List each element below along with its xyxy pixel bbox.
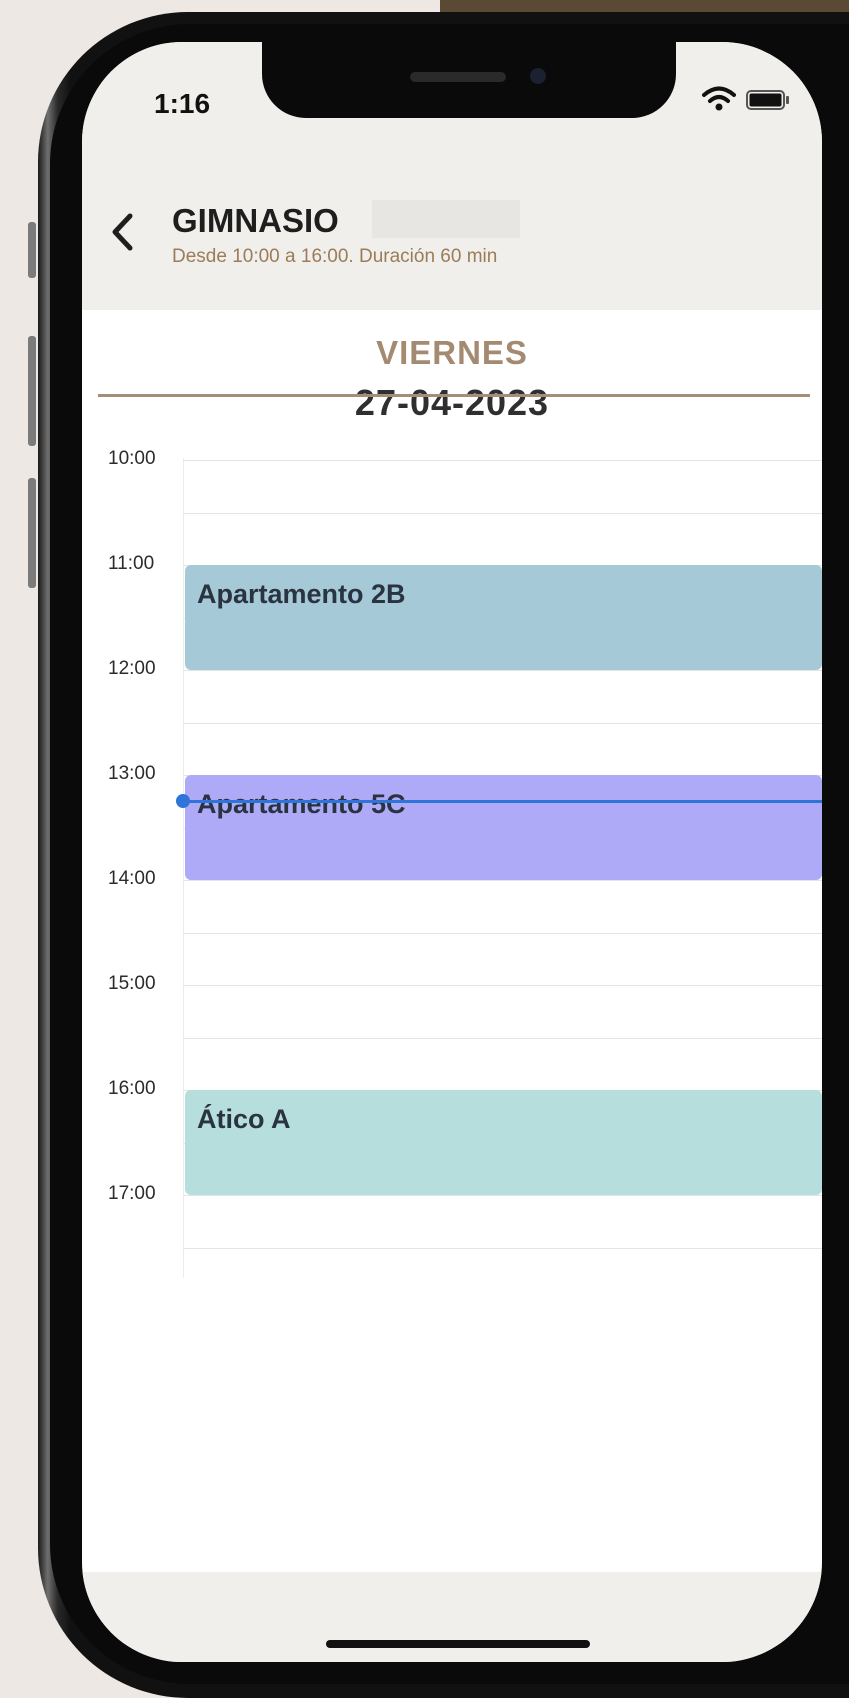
hour-label: 13:00 bbox=[108, 763, 156, 784]
weekday-label: VIERNES bbox=[376, 334, 528, 371]
hour-label: 10:00 bbox=[108, 448, 156, 469]
date-label: 27-04-2023 bbox=[354, 382, 550, 423]
hour-gridline bbox=[183, 985, 822, 986]
header-divider bbox=[98, 394, 810, 397]
front-camera bbox=[530, 68, 546, 84]
home-indicator[interactable] bbox=[326, 1640, 590, 1648]
app-screen: 1:16 GIMNASIO Desde 10:00 a 16:00. Durac… bbox=[82, 42, 822, 1662]
day-header: VIERNES 27-04-2023 bbox=[82, 310, 822, 450]
half-hour-gridline bbox=[183, 1247, 822, 1249]
booking-event-label: Apartamento 2B bbox=[197, 579, 406, 609]
hour-label: 16:00 bbox=[108, 1078, 156, 1099]
hour-label: 14:00 bbox=[108, 868, 156, 889]
half-hour-gridline bbox=[183, 722, 822, 724]
half-hour-gridline bbox=[183, 512, 822, 514]
title-redaction bbox=[372, 200, 520, 238]
hour-label: 17:00 bbox=[108, 1183, 156, 1204]
hour-label: 12:00 bbox=[108, 658, 156, 679]
battery-icon bbox=[746, 90, 790, 115]
hour-gridline bbox=[183, 670, 822, 671]
booking-event[interactable]: Apartamento 2B bbox=[185, 565, 822, 670]
hour-label: 15:00 bbox=[108, 973, 156, 994]
bottom-bar bbox=[82, 1572, 822, 1662]
back-chevron-icon[interactable] bbox=[110, 212, 134, 257]
wifi-icon bbox=[702, 86, 736, 117]
half-hour-gridline bbox=[183, 932, 822, 934]
booking-event[interactable]: Ático A bbox=[185, 1090, 822, 1195]
current-time-line bbox=[182, 800, 822, 804]
half-hour-gridline bbox=[183, 1037, 822, 1039]
hour-gridline bbox=[183, 880, 822, 881]
hour-gridline bbox=[183, 1195, 822, 1196]
mute-switch bbox=[28, 222, 36, 278]
speaker-grille bbox=[410, 72, 506, 82]
notch bbox=[262, 42, 676, 118]
volume-down-button bbox=[28, 478, 36, 588]
status-time: 1:16 bbox=[154, 88, 211, 119]
timeline-axis bbox=[183, 458, 184, 1278]
day-timeline[interactable]: 10:00 11:00 12:00 13:00 14:00 15:00 16:00 17:00… bbox=[82, 448, 822, 1410]
booking-event-label: Ático A bbox=[197, 1104, 291, 1134]
booking-event-label: Apartamento 5C bbox=[197, 789, 406, 819]
background-decor bbox=[440, 0, 849, 12]
page-title: GIMNASIO bbox=[172, 202, 339, 239]
navigation-bar: GIMNASIO Desde 10:00 a 16:00. Duración 6… bbox=[82, 142, 822, 310]
volume-up-button bbox=[28, 336, 36, 446]
booking-event[interactable]: Apartamento 5C bbox=[185, 775, 822, 880]
hour-gridline bbox=[183, 460, 822, 461]
hour-label: 11:00 bbox=[108, 553, 155, 574]
page-subtitle: Desde 10:00 a 16:00. Duración 60 min bbox=[172, 246, 498, 267]
